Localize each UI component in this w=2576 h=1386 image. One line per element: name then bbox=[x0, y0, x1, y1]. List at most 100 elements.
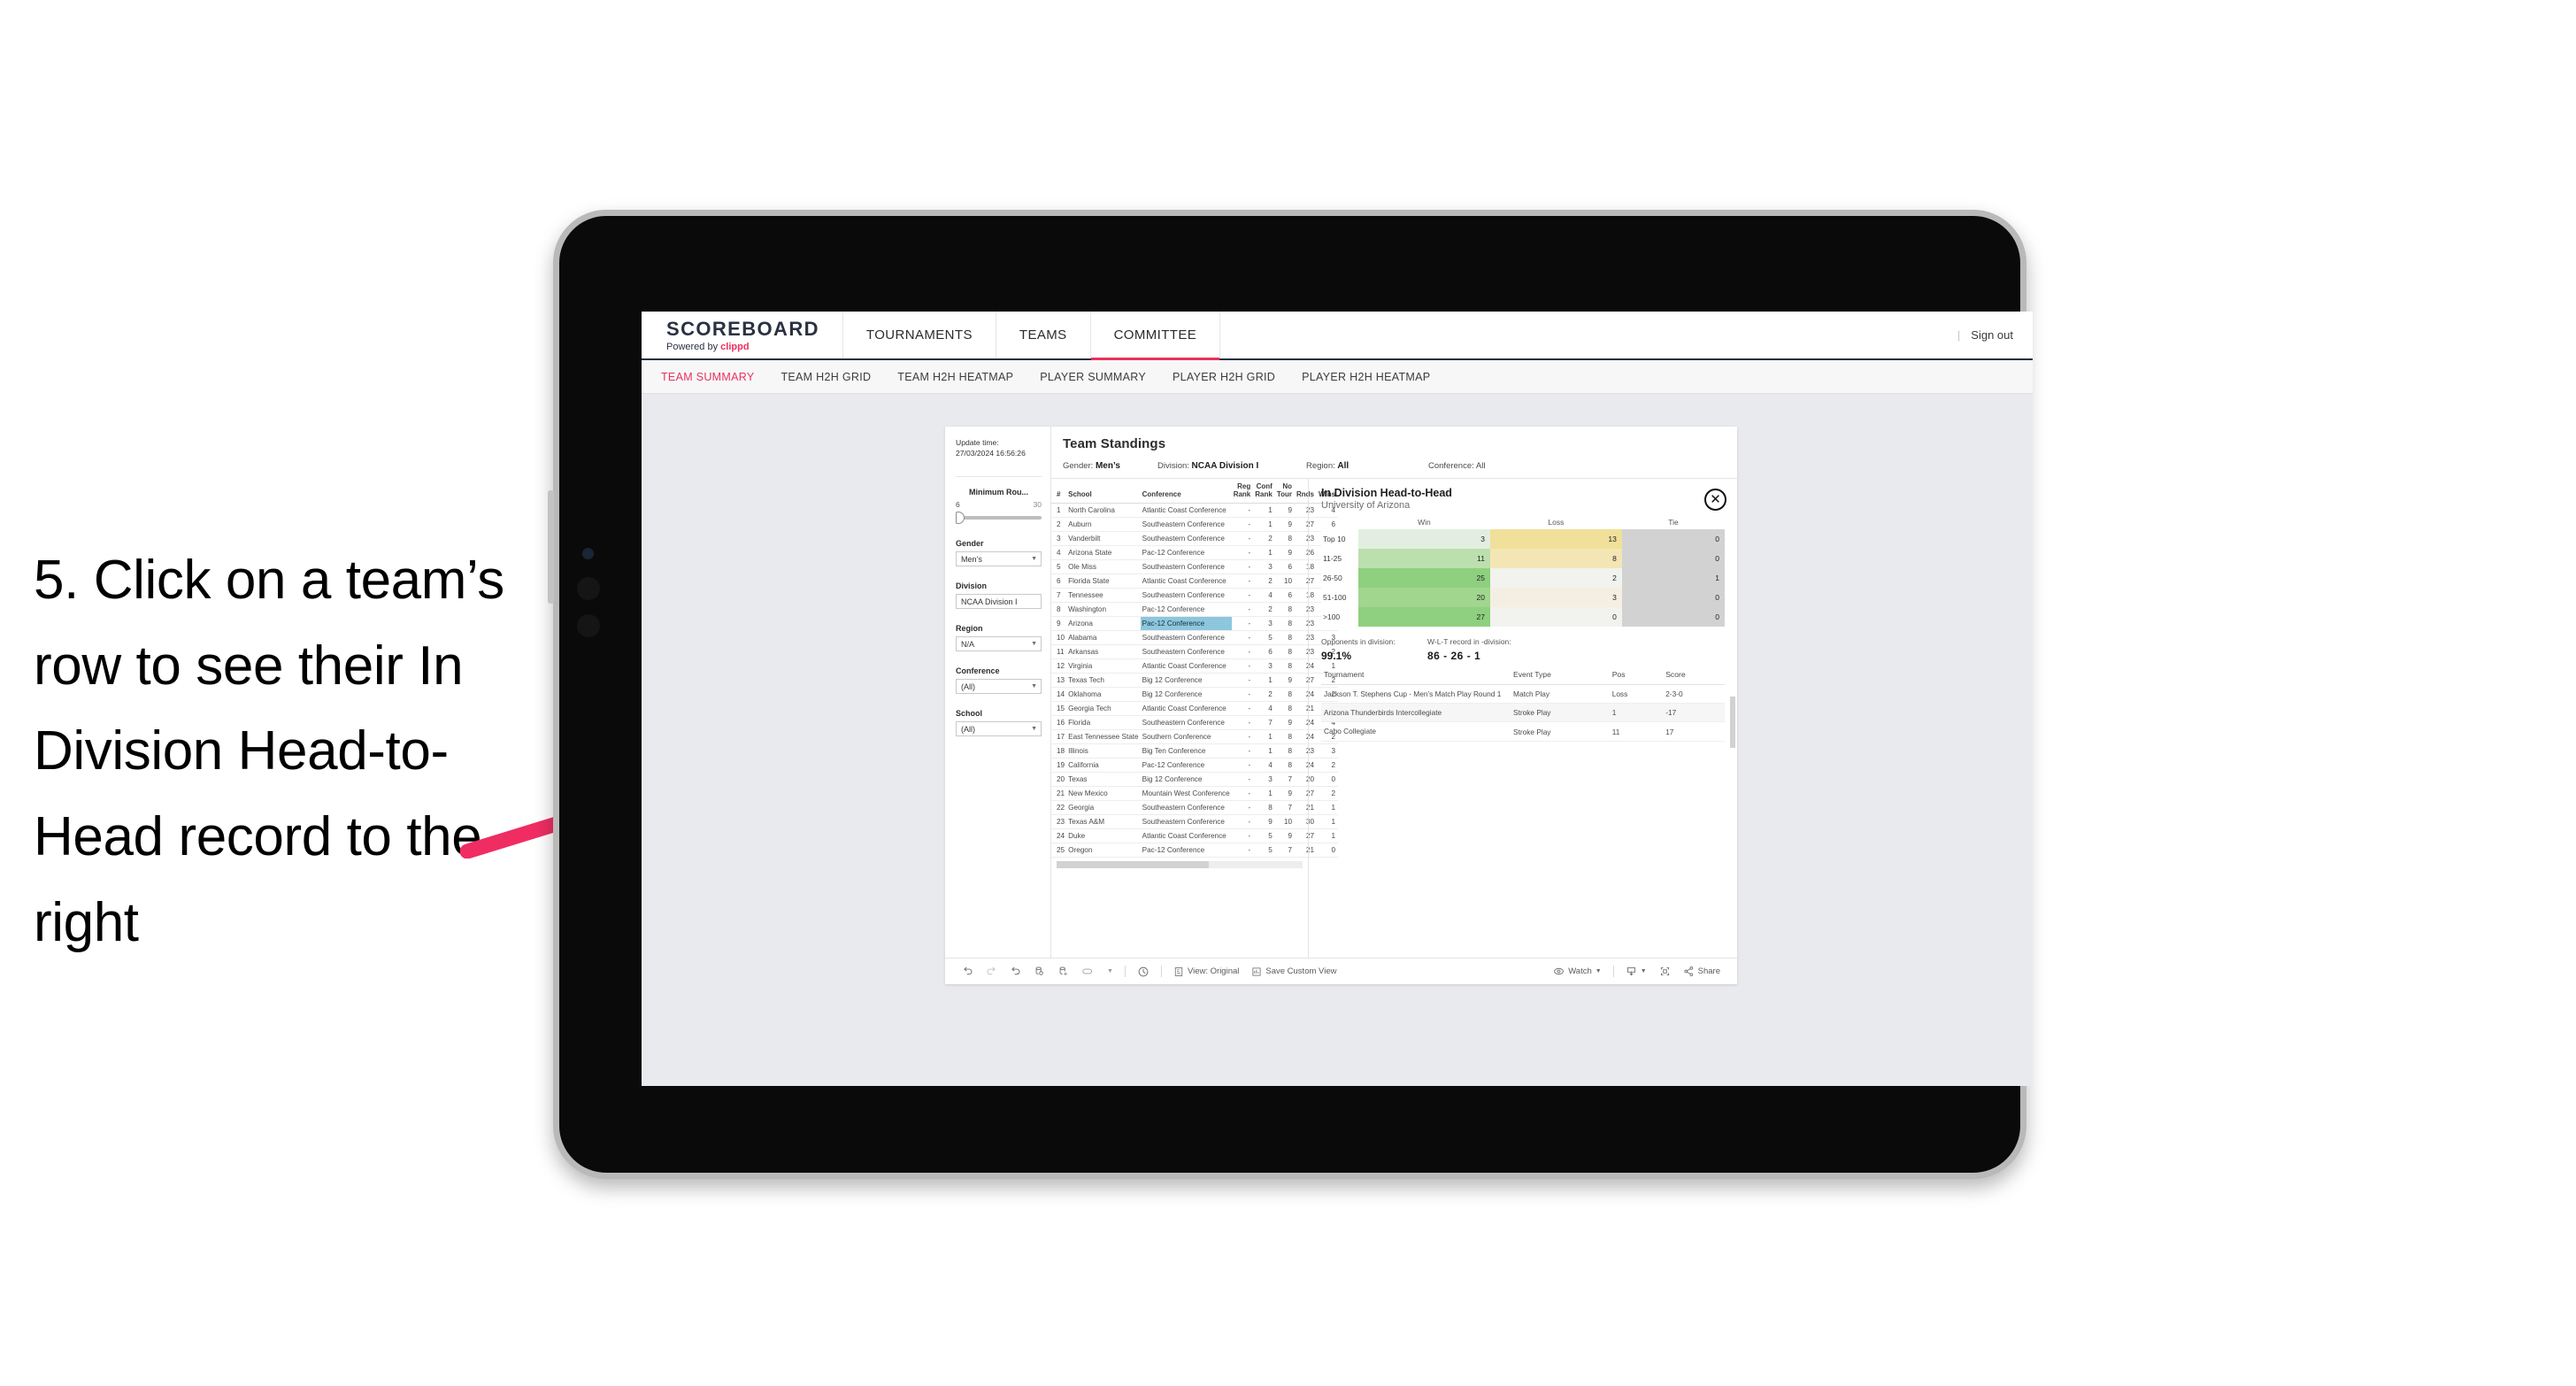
cell-rank: 3 bbox=[1051, 531, 1067, 546]
tab-player-h2h-heatmap[interactable]: PLAYER H2H HEATMAP bbox=[1302, 371, 1430, 383]
cell-rank: 14 bbox=[1051, 687, 1067, 702]
redo-icon[interactable] bbox=[980, 966, 1003, 977]
heatmap-cell[interactable]: 20 bbox=[1358, 588, 1490, 607]
heatmap-cell[interactable]: 0 bbox=[1621, 588, 1725, 607]
table-row[interactable]: 21 New Mexico Mountain West Conference -1 9 2… bbox=[1051, 786, 1339, 801]
col-event-type[interactable]: Event Type bbox=[1511, 670, 1610, 685]
horizontal-scrollbar[interactable] bbox=[1057, 861, 1303, 868]
table-row[interactable]: 4Arizona StatePac-12 Conference-19261 bbox=[1051, 545, 1339, 560]
tab-team-h2h-grid[interactable]: TEAM H2H GRID bbox=[780, 371, 871, 383]
school-select[interactable]: (All) ▼ bbox=[956, 721, 1042, 737]
table-row[interactable]: 11 Arkansas Southeastern Conference -6 8 23 2 bbox=[1051, 644, 1339, 659]
col-score[interactable]: Score bbox=[1663, 670, 1725, 685]
heatmap-cell[interactable]: 27 bbox=[1358, 607, 1490, 627]
watch-button[interactable]: Watch ▼ bbox=[1547, 966, 1608, 977]
col-school[interactable]: School bbox=[1066, 479, 1141, 504]
fullscreen-icon[interactable] bbox=[1653, 966, 1677, 977]
heatmap-cell[interactable]: 0 bbox=[1489, 607, 1622, 627]
region-select[interactable]: N/A ▼ bbox=[956, 636, 1042, 652]
heatmap-cell[interactable]: 1 bbox=[1621, 568, 1725, 588]
cell-rank: 9 bbox=[1051, 616, 1067, 631]
cell-score: -17 bbox=[1663, 703, 1725, 723]
col-no-tour[interactable]: No Tour bbox=[1274, 479, 1295, 504]
tab-player-summary[interactable]: PLAYER SUMMARY bbox=[1040, 371, 1146, 383]
table-row[interactable]: 22 Georgia Southeastern Conference -8 7 21 1 bbox=[1051, 800, 1339, 815]
view-original-button[interactable]: View: Original bbox=[1167, 966, 1245, 977]
table-row[interactable]: 5Ole MissSoutheastern Conference-36181 bbox=[1051, 559, 1339, 574]
heatmap-cell[interactable]: 11 bbox=[1358, 549, 1490, 568]
division-select[interactable]: NCAA Division I bbox=[956, 594, 1042, 610]
list-item[interactable]: Arizona Thunderbirds Intercollegiate Stro… bbox=[1321, 703, 1725, 723]
list-item[interactable]: Jackson T. Stephens Cup - Men’s Match Pl… bbox=[1321, 684, 1725, 705]
tab-player-h2h-grid[interactable]: PLAYER H2H GRID bbox=[1173, 371, 1275, 383]
minimum-rounds-slider[interactable] bbox=[956, 512, 1042, 525]
vertical-scrollbar[interactable] bbox=[1730, 697, 1735, 748]
cell-conf-rank: 9 bbox=[1253, 814, 1275, 829]
sign-out-link[interactable]: Sign out bbox=[1971, 328, 2013, 342]
heatmap-cell[interactable]: 2 bbox=[1489, 568, 1622, 588]
col-rank[interactable]: # bbox=[1051, 479, 1067, 504]
table-row[interactable]: 17 East Tennessee State Southern Conferenc… bbox=[1051, 729, 1339, 744]
table-row[interactable]: 20 Texas Big 12 Conference -3 7 20 0 bbox=[1051, 772, 1339, 787]
share-button[interactable]: Share bbox=[1677, 966, 1726, 977]
heatmap-cell[interactable]: 0 bbox=[1621, 549, 1725, 568]
table-row[interactable]: 8WashingtonPac-12 Conference-28231 bbox=[1051, 602, 1339, 617]
table-row[interactable]: 12 Virginia Atlantic Coast Conference -3 8 24… bbox=[1051, 658, 1339, 674]
col-tournament[interactable]: Tournament bbox=[1321, 670, 1511, 685]
brand-logo[interactable]: SCOREBOARD Powered by clippd bbox=[642, 312, 843, 358]
heatmap-cell[interactable]: 0 bbox=[1621, 607, 1725, 627]
table-row[interactable]: 3VanderbiltSoutheastern Conference-28235 bbox=[1051, 531, 1339, 546]
refresh-data-icon[interactable] bbox=[1027, 966, 1051, 977]
cell-reg-rank: - bbox=[1231, 701, 1254, 716]
table-row[interactable]: 7TennesseeSoutheastern Conference-46182 bbox=[1051, 588, 1339, 603]
scrollbar-thumb[interactable] bbox=[1057, 861, 1210, 868]
cell-rank: 17 bbox=[1051, 729, 1067, 744]
table-row[interactable]: 10 Alabama Southeastern Conference -5 8 23 3 bbox=[1051, 630, 1339, 645]
detail-title-group: In Division Head-to-Head University of A… bbox=[1321, 487, 1452, 511]
nav-item-tournaments[interactable]: TOURNAMENTS bbox=[843, 312, 996, 358]
col-reg-rank[interactable]: Reg Rank bbox=[1231, 479, 1254, 504]
table-row[interactable]: 13 Texas Tech Big 12 Conference -1 9 27 2 bbox=[1051, 673, 1339, 688]
table-row[interactable]: 19 California Pac-12 Conference -4 8 24 2 bbox=[1051, 758, 1339, 773]
undo-icon[interactable] bbox=[956, 966, 980, 977]
nav-item-teams[interactable]: TEAMS bbox=[996, 312, 1091, 358]
heatmap-cell[interactable]: 3 bbox=[1358, 529, 1490, 549]
table-row[interactable]: 14 Oklahoma Big 12 Conference -2 8 24 2 bbox=[1051, 687, 1339, 702]
table-row[interactable]: 25 Oregon Pac-12 Conference -5 7 21 0 bbox=[1051, 843, 1339, 858]
tab-team-h2h-heatmap[interactable]: TEAM H2H HEATMAP bbox=[897, 371, 1013, 383]
table-row[interactable]: 2 Auburn Southeastern Conference -1 9 27 6 bbox=[1051, 517, 1339, 532]
col-conference[interactable]: Conference bbox=[1140, 479, 1232, 504]
slider-max: 30 bbox=[1033, 500, 1042, 510]
download-button[interactable]: ▼ bbox=[1619, 966, 1653, 977]
slider-handle[interactable] bbox=[956, 512, 965, 525]
history-icon[interactable] bbox=[1131, 966, 1156, 978]
pause-data-icon[interactable] bbox=[1051, 966, 1075, 977]
table-row[interactable]: 1 North Carolina Atlantic Coast Conference… bbox=[1051, 503, 1339, 518]
revert-icon[interactable] bbox=[1003, 966, 1027, 977]
save-custom-view-button[interactable]: Save Custom View bbox=[1245, 966, 1342, 977]
tab-team-summary[interactable]: TEAM SUMMARY bbox=[661, 371, 754, 383]
close-icon[interactable]: ✕ bbox=[1704, 489, 1726, 511]
table-row[interactable]: 16 Florida Southeastern Conference -7 9 24 4 bbox=[1051, 715, 1339, 730]
col-conf-rank[interactable]: Conf Rank bbox=[1253, 479, 1275, 504]
heatmap-cell[interactable]: 0 bbox=[1621, 529, 1725, 549]
device-layout-icon[interactable] bbox=[1075, 966, 1101, 977]
heatmap-cell[interactable]: 13 bbox=[1489, 529, 1622, 549]
heatmap-cell[interactable]: 8 bbox=[1489, 549, 1622, 568]
table-row[interactable]: 24 Duke Atlantic Coast Conference -5 9 27 1 bbox=[1051, 828, 1339, 843]
heatmap-cell[interactable]: 25 bbox=[1358, 568, 1490, 588]
table-row[interactable]: 15 Georgia Tech Atlantic Coast Conference -… bbox=[1051, 701, 1339, 716]
heatmap-cell[interactable]: 3 bbox=[1489, 588, 1622, 607]
chevron-down-icon[interactable]: ▼ bbox=[1101, 968, 1119, 974]
conference-select[interactable]: (All) ▼ bbox=[956, 679, 1042, 695]
table-row[interactable]: 23 Texas A&M Southeastern Conference -9 10 30… bbox=[1051, 814, 1339, 829]
gender-select[interactable]: Men’s ▼ bbox=[956, 551, 1042, 567]
col-pos[interactable]: Pos bbox=[1609, 670, 1664, 685]
table-row[interactable]: 18 Illinois Big Ten Conference -1 8 23 3 bbox=[1051, 743, 1339, 758]
stat-opponents: Opponents in division: 99.1% bbox=[1321, 637, 1427, 662]
list-item[interactable]: Cabo Collegiate Stroke Play 11 17 bbox=[1321, 721, 1725, 742]
table-row[interactable]: 9ArizonaPac-12 Conference-38232 bbox=[1051, 616, 1339, 631]
table-row[interactable]: 6 Florida State Atlantic Coast Conference -… bbox=[1051, 574, 1339, 589]
cell-school: Georgia bbox=[1066, 800, 1141, 815]
nav-item-committee[interactable]: COMMITTEE bbox=[1090, 312, 1221, 360]
